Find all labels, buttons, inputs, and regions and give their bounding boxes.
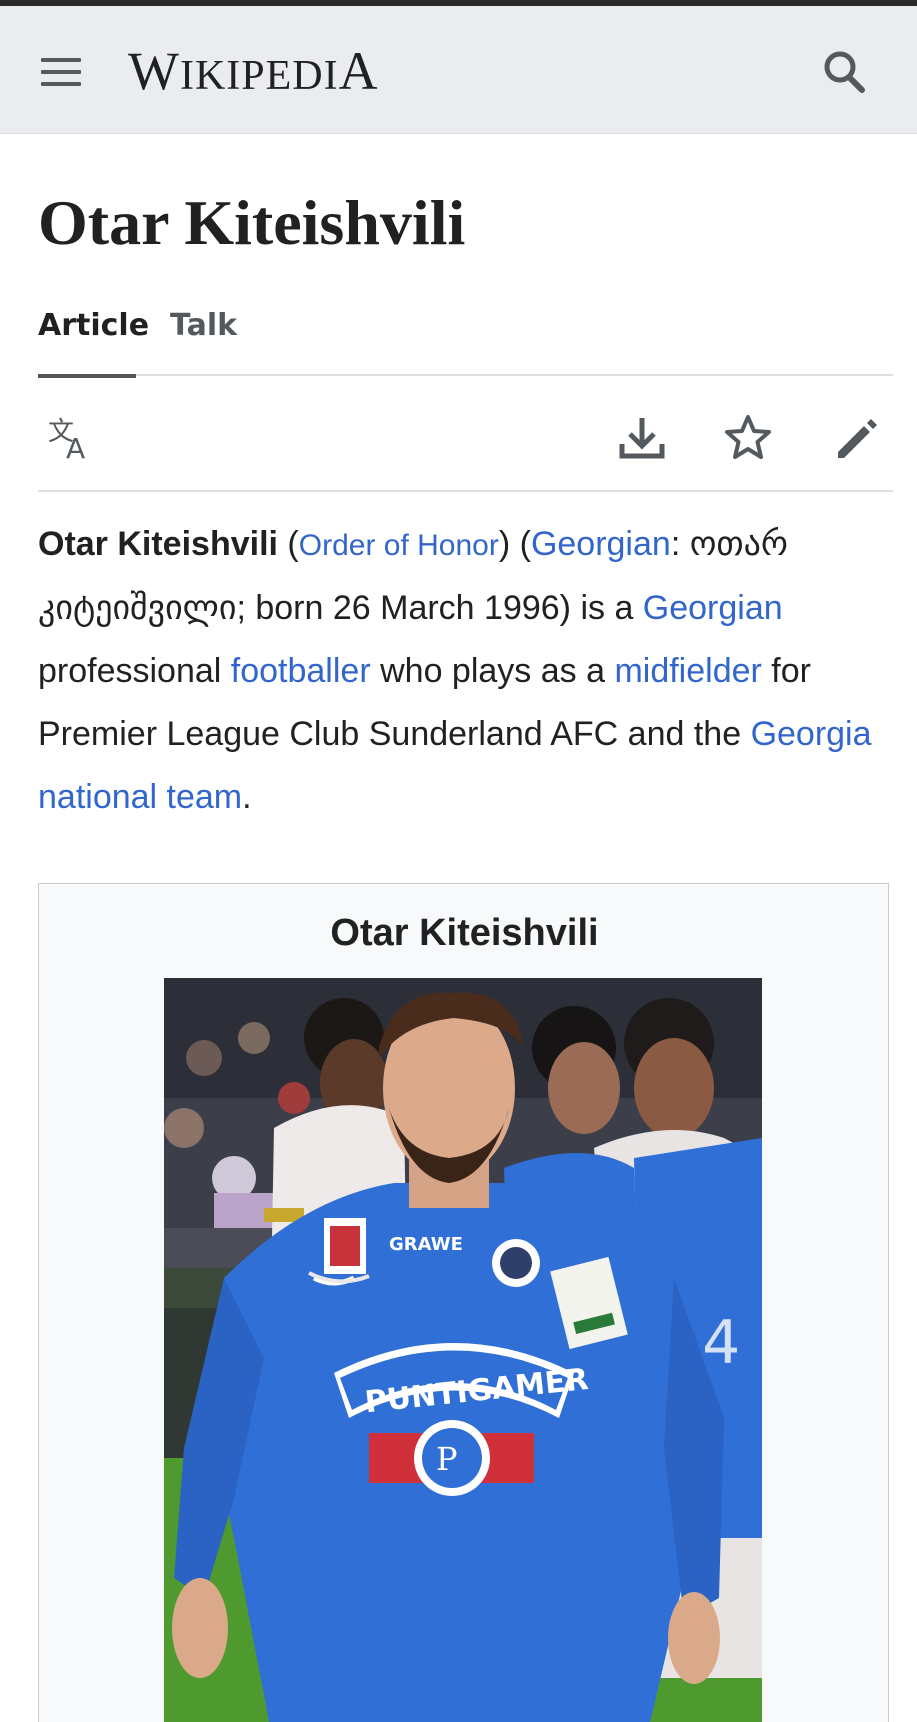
link-footballer[interactable]: footballer [231, 652, 371, 690]
lead-text: ) ( [498, 525, 531, 563]
hamburger-menu-icon[interactable] [36, 50, 88, 94]
site-header: W IKIPEDI A [0, 6, 917, 134]
sleeve-sponsor-text: GRAWE [389, 1234, 463, 1255]
pencil-icon[interactable] [830, 412, 882, 464]
search-icon[interactable] [818, 46, 870, 98]
wordmark-part: IKIPEDI [179, 53, 339, 99]
svg-text:P: P [436, 1440, 458, 1478]
infobox: Otar Kiteishvili 14 GRAWE PUNTIGAMER P [38, 883, 889, 1722]
link-order-of-honor[interactable]: Order of Honor [299, 529, 499, 562]
link-midfielder[interactable]: midfielder [614, 652, 761, 690]
lead-text: professional [38, 652, 231, 690]
wordmark-part: A [338, 41, 379, 101]
lead-text: who plays as a [370, 652, 615, 690]
player-photo[interactable]: 14 GRAWE PUNTIGAMER P [164, 978, 762, 1722]
infobox-title: Otar Kiteishvili [330, 912, 599, 954]
link-georgian-language[interactable]: Georgian [531, 525, 671, 563]
wikipedia-wordmark[interactable]: W IKIPEDI A [128, 40, 379, 101]
page-title: Otar Kiteishvili [38, 187, 466, 258]
subject-name: Otar Kiteishvili [38, 525, 278, 563]
download-icon[interactable] [616, 412, 668, 464]
tab-talk[interactable]: Talk [170, 308, 237, 376]
language-icon[interactable]: 文 A [46, 412, 98, 465]
lead-paragraph: Otar Kiteishvili (Order of Honor) (Georg… [38, 513, 888, 829]
tab-article[interactable]: Article [38, 308, 149, 378]
svg-text:A: A [66, 432, 85, 464]
lead-text: ( [277, 525, 299, 563]
star-icon[interactable] [722, 412, 774, 464]
page-actions-toolbar: 文 A [38, 378, 893, 492]
wordmark-part: W [128, 41, 180, 101]
link-georgian[interactable]: Georgian [643, 589, 783, 627]
page-tabs: Article Talk [38, 308, 893, 378]
lead-text: . [242, 778, 252, 816]
